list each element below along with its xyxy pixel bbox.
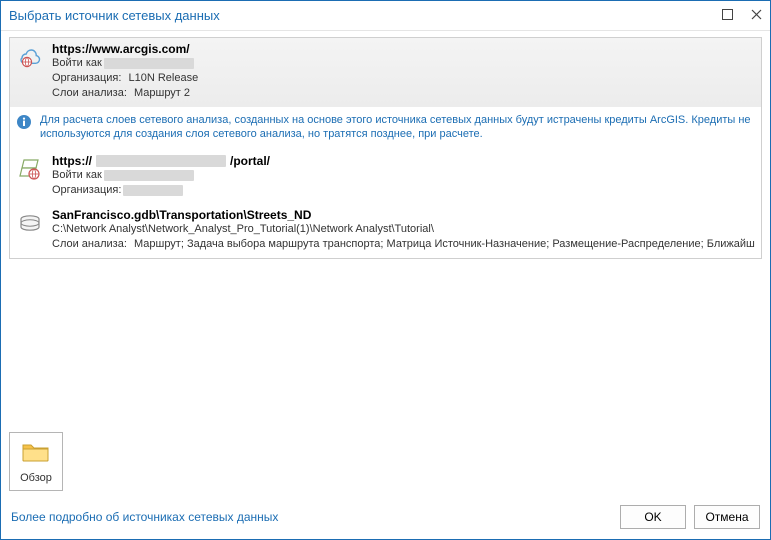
source-item-portal[interactable]: https:// /portal/ Войти как Организация: bbox=[10, 150, 761, 204]
title-suffix: /portal/ bbox=[230, 154, 270, 168]
redacted-org bbox=[123, 185, 183, 196]
source-layers-line: Слои анализа: Маршрут 2 bbox=[52, 86, 755, 101]
browse-label: Обзор bbox=[20, 472, 52, 484]
window-title: Выбрать источник сетевых данных bbox=[9, 8, 722, 23]
info-text: Для расчета слоев сетевого анализа, созд… bbox=[40, 113, 755, 143]
source-path: C:\Network Analyst\Network_Analyst_Pro_T… bbox=[52, 222, 755, 237]
bottom-area: Обзор bbox=[9, 424, 762, 497]
source-item-local[interactable]: SanFrancisco.gdb\Transportation\Streets_… bbox=[10, 204, 761, 258]
login-label: Войти как bbox=[52, 168, 102, 183]
geodatabase-icon bbox=[16, 210, 44, 238]
source-layers-line: Слои анализа: Маршрут; Задача выбора мар… bbox=[52, 237, 755, 252]
source-body: SanFrancisco.gdb\Transportation\Streets_… bbox=[52, 208, 755, 252]
source-title: https://www.arcgis.com/ bbox=[52, 42, 755, 56]
source-org-line: Организация: L10N Release bbox=[52, 71, 755, 86]
source-body: https://www.arcgis.com/ Войти как Органи… bbox=[52, 42, 755, 101]
org-label: Организация: bbox=[52, 183, 121, 198]
maximize-icon[interactable] bbox=[722, 9, 733, 22]
login-label: Войти как bbox=[52, 56, 102, 71]
layers-value: Маршрут; Задача выбора маршрута транспор… bbox=[134, 237, 755, 252]
info-bar: Для расчета слоев сетевого анализа, созд… bbox=[10, 107, 761, 151]
titlebar-controls bbox=[722, 9, 762, 22]
cloud-globe-icon bbox=[16, 44, 44, 72]
folder-icon bbox=[21, 441, 51, 466]
server-globe-icon bbox=[16, 156, 44, 184]
title-prefix: https:// bbox=[52, 154, 92, 168]
close-icon[interactable] bbox=[751, 9, 762, 22]
browse-button[interactable]: Обзор bbox=[9, 432, 63, 491]
source-item-arcgis[interactable]: https://www.arcgis.com/ Войти как Органи… bbox=[10, 38, 761, 107]
footer: Более подробно об источниках сетевых дан… bbox=[1, 497, 770, 539]
source-title: SanFrancisco.gdb\Transportation\Streets_… bbox=[52, 208, 755, 222]
redacted-host bbox=[96, 155, 226, 167]
source-title: https:// /portal/ bbox=[52, 154, 755, 168]
help-link[interactable]: Более подробно об источниках сетевых дан… bbox=[11, 510, 612, 524]
org-label: Организация: bbox=[52, 71, 121, 86]
layers-label: Слои анализа: bbox=[52, 86, 127, 101]
titlebar: Выбрать источник сетевых данных bbox=[1, 1, 770, 31]
source-list: https://www.arcgis.com/ Войти как Органи… bbox=[9, 37, 762, 259]
info-icon bbox=[16, 114, 32, 130]
layers-value: Маршрут 2 bbox=[134, 86, 190, 101]
redacted-username bbox=[104, 58, 194, 69]
ok-button[interactable]: OK bbox=[620, 505, 686, 529]
source-login-line: Войти как bbox=[52, 56, 755, 71]
content-area: https://www.arcgis.com/ Войти как Органи… bbox=[1, 31, 770, 497]
source-login-line: Войти как bbox=[52, 168, 755, 183]
cancel-button[interactable]: Отмена bbox=[694, 505, 760, 529]
org-value: L10N Release bbox=[128, 71, 198, 86]
source-org-line: Организация: bbox=[52, 183, 755, 198]
source-body: https:// /portal/ Войти как Организация: bbox=[52, 154, 755, 198]
layers-label: Слои анализа: bbox=[52, 237, 127, 252]
redacted-username bbox=[104, 170, 194, 181]
dialog-window: Выбрать источник сетевых данных bbox=[0, 0, 771, 540]
